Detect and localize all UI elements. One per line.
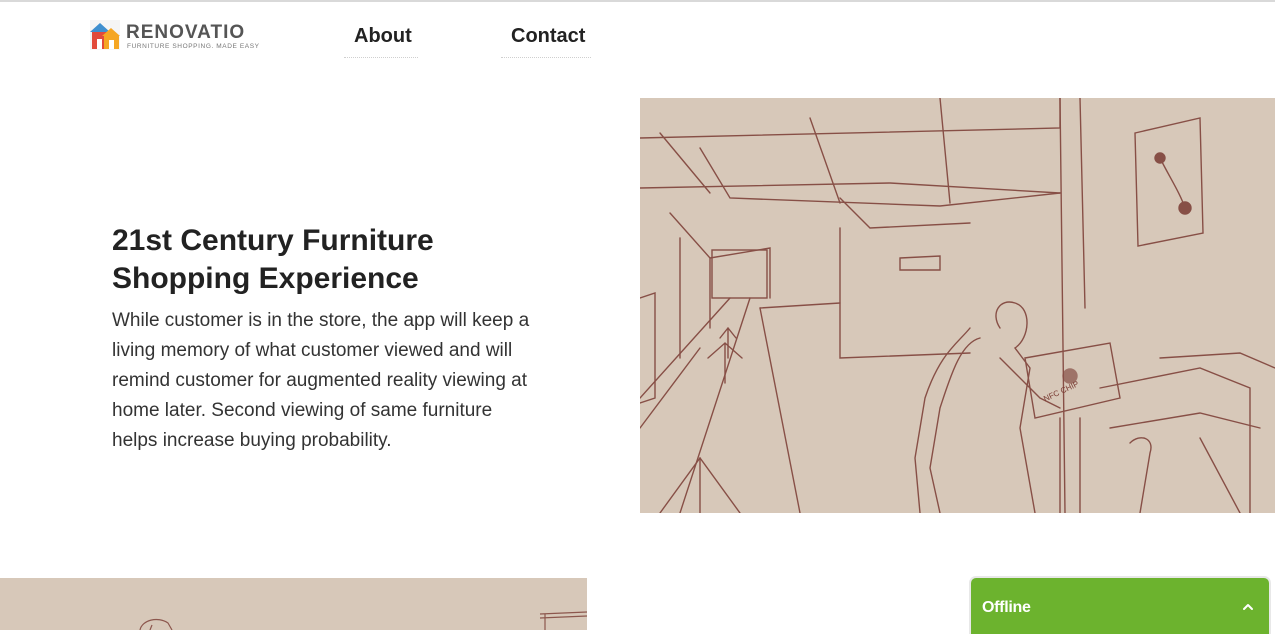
chat-status-label: Offline <box>982 599 1031 616</box>
logo-name: RENOVATIO <box>126 22 246 43</box>
logo-tagline: FURNITURE SHOPPING. MADE EASY <box>127 43 260 50</box>
chat-widget[interactable]: Offline <box>971 578 1269 634</box>
sketch-illustration-partial <box>139 611 587 630</box>
hero-title: 21st Century Furniture Shopping Experien… <box>112 224 434 295</box>
logo-link[interactable]: RENOVATIO FURNITURE SHOPPING. MADE EASY <box>88 18 259 54</box>
house-logo-icon <box>90 20 120 50</box>
kiosk-sign-text: NFC CHIP <box>1042 379 1080 403</box>
store-sketch-illustration: NFC CHIP <box>640 98 1275 513</box>
next-section-sketch-image <box>0 578 587 630</box>
store-sketch-image: NFC CHIP <box>640 98 1275 513</box>
top-border <box>0 0 1275 2</box>
hero-description: While customer is in the store, the app … <box>112 310 530 451</box>
nav-about-link[interactable]: About <box>344 22 418 58</box>
chevron-up-icon[interactable] <box>1241 600 1255 614</box>
nav-contact-link[interactable]: Contact <box>501 22 591 58</box>
